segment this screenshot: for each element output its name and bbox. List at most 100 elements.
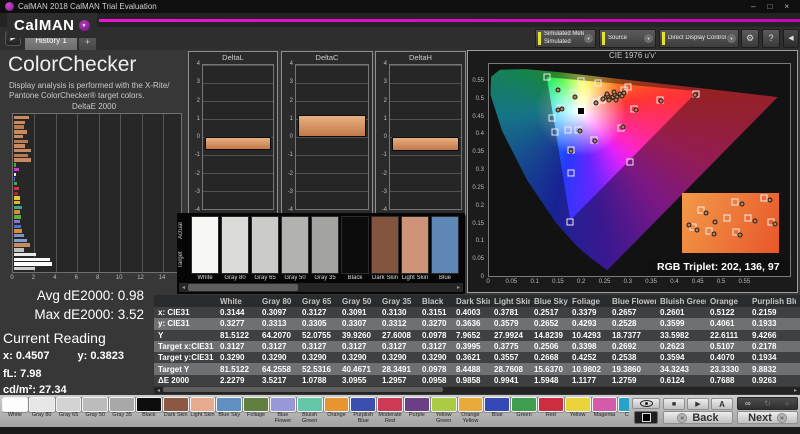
- patch-foliage[interactable]: Foliage: [243, 397, 269, 425]
- table-cell: 52.5316: [302, 364, 331, 374]
- row-label: y: CIE31: [158, 319, 190, 329]
- patch-moderate-red[interactable]: Moderate Red: [377, 397, 403, 425]
- meter-dropdown[interactable]: Simulated Meter Simulated ▼: [535, 29, 596, 48]
- target-point: [543, 73, 551, 81]
- meter-dropdown-label: Simulated Meter: [544, 31, 584, 38]
- patch-blue[interactable]: Blue: [484, 397, 511, 425]
- dele-bar: [14, 219, 21, 224]
- measured-point: [600, 96, 606, 102]
- max-de2000: Max dE2000: 3.52: [34, 307, 144, 322]
- logo-bar: [0, 13, 800, 27]
- close-button[interactable]: ×: [784, 0, 789, 13]
- patch-blue-flower[interactable]: Blue Flower: [269, 397, 296, 425]
- patch-gray-80[interactable]: Gray 80: [28, 397, 55, 425]
- gridline: [98, 114, 100, 272]
- scroll-right-icon[interactable]: ▸: [454, 284, 463, 291]
- patch-label: Magenta: [593, 412, 616, 418]
- chevron-down-icon[interactable]: ▼: [584, 34, 593, 43]
- chevron-down-icon[interactable]: ▼: [78, 20, 90, 31]
- patch-red[interactable]: Red: [537, 397, 564, 425]
- patch-yellow-green[interactable]: Yellow Green: [430, 397, 457, 425]
- patch-gray-50[interactable]: Gray 50: [82, 397, 109, 425]
- measured-point: [604, 91, 610, 97]
- table-cell: 0.3277: [220, 319, 245, 329]
- refresh-icon[interactable]: ↻: [758, 398, 778, 409]
- patch-purplish-blue[interactable]: Purplish Blue: [350, 397, 377, 425]
- minimize-button[interactable]: –: [751, 0, 755, 13]
- table-row: y: CIE31 0.3277 0.3313 0.3305 0.3307 0.3312 0.…: [154, 318, 800, 330]
- next-button[interactable]: Next »: [737, 411, 798, 424]
- patch-white[interactable]: White: [2, 397, 28, 425]
- gridline: [296, 191, 368, 192]
- table-cell: 22.6111: [710, 330, 739, 340]
- patch-magenta[interactable]: Magenta: [591, 397, 618, 425]
- column-header: Gray 50: [342, 296, 372, 306]
- y-tick-label: 0.25: [472, 184, 484, 191]
- gear-icon[interactable]: ⚙: [741, 29, 759, 48]
- chevron-down-icon[interactable]: ▼: [644, 34, 653, 43]
- table-scrollbar[interactable]: ◂ ▸: [154, 387, 800, 394]
- target-swatch: [222, 245, 248, 273]
- y-tick-label: 3: [383, 79, 387, 86]
- scroll-left-icon[interactable]: ◂: [179, 284, 188, 291]
- calman-menu[interactable]: CalMAN ▼: [7, 13, 97, 38]
- swatch-label: Light Skin: [401, 275, 429, 281]
- patch-purple[interactable]: Purple: [403, 397, 430, 425]
- y-tick-label: 4: [196, 61, 200, 67]
- source-dropdown[interactable]: Source ▼: [599, 29, 656, 48]
- display-control-dropdown[interactable]: Direct Display Control ▼: [659, 29, 739, 48]
- inset-target-point: [731, 198, 739, 206]
- patch-orange[interactable]: Orange: [323, 397, 350, 425]
- patch-window-button[interactable]: [634, 411, 658, 424]
- table-cell: 0.5122: [710, 308, 735, 318]
- cie-x-axis: 0 0.05 0.1 0.15 0.2 0.25 0.3 0.35 0.4 0.45 0.5 0.55: [486, 279, 791, 289]
- patch-color: [162, 397, 189, 412]
- patch-blue-sky[interactable]: Blue Sky: [216, 397, 243, 425]
- help-icon[interactable]: ?: [762, 29, 780, 48]
- dele-bar: [14, 167, 20, 172]
- patch-cyan[interactable]: Cyan: [618, 397, 629, 425]
- table-cell: 27.6008: [382, 330, 411, 340]
- patch-orange-yellow[interactable]: Orange Yellow: [457, 397, 484, 425]
- scroll-left-icon[interactable]: ◂: [154, 387, 163, 394]
- cie-y-axis: 0.55 0.5 0.45 0.4 0.35 0.3 0.25 0.2 0.15 0.1 0.05 0: [468, 63, 486, 280]
- collapse-panel-icon[interactable]: ◀: [783, 29, 799, 48]
- table-cell: 0.2538: [612, 353, 637, 363]
- patch-green[interactable]: Green: [511, 397, 537, 425]
- link-icon[interactable]: ∞: [738, 398, 758, 409]
- table-cell: 0.3594: [660, 353, 685, 363]
- scroll-handle[interactable]: [163, 387, 443, 392]
- chevron-down-icon[interactable]: ▼: [727, 34, 736, 43]
- play-icon[interactable]: ▶: [687, 398, 709, 410]
- inset-target-point: [723, 214, 731, 222]
- preview-eye-button[interactable]: [632, 398, 660, 409]
- y-tick-label: 0.3: [475, 167, 484, 173]
- table-cell: 0.3312: [382, 319, 407, 329]
- patch-label: Blue Flower: [274, 412, 292, 424]
- swatch-scrollbar[interactable]: ◂ ▸: [179, 283, 463, 292]
- patch-yellow[interactable]: Yellow: [564, 397, 591, 425]
- patch-gray-35[interactable]: Gray 35: [109, 397, 135, 425]
- table-cell: 0.3557: [494, 353, 519, 363]
- dele-bar: [14, 210, 20, 214]
- autocal-button[interactable]: A: [711, 398, 733, 410]
- dele-bar: [14, 243, 31, 247]
- patch-label: Cyan: [624, 412, 629, 418]
- patch-gray-65[interactable]: Gray 65: [55, 397, 82, 425]
- actual-swatch: [372, 217, 398, 245]
- record-icon[interactable]: ●: [777, 398, 797, 409]
- scroll-handle[interactable]: [188, 284, 298, 291]
- maximize-button[interactable]: □: [767, 0, 772, 13]
- column-header: Blue Flower: [612, 296, 656, 306]
- x-tick-label: 10: [115, 275, 123, 281]
- patch-black[interactable]: Black: [135, 397, 162, 425]
- scroll-right-icon[interactable]: ▸: [791, 387, 800, 394]
- patch-dark-skin[interactable]: Dark Skin: [162, 397, 189, 425]
- table-cell: 64.2070: [262, 330, 291, 340]
- patch-light-skin[interactable]: Light Skin: [189, 397, 216, 425]
- target-point: [548, 114, 556, 122]
- table-cell: 8.4488: [456, 364, 481, 374]
- stop-button[interactable]: ■: [663, 398, 685, 410]
- back-button[interactable]: « Back: [663, 411, 733, 424]
- patch-bluish-green[interactable]: Bluish Green: [296, 397, 323, 425]
